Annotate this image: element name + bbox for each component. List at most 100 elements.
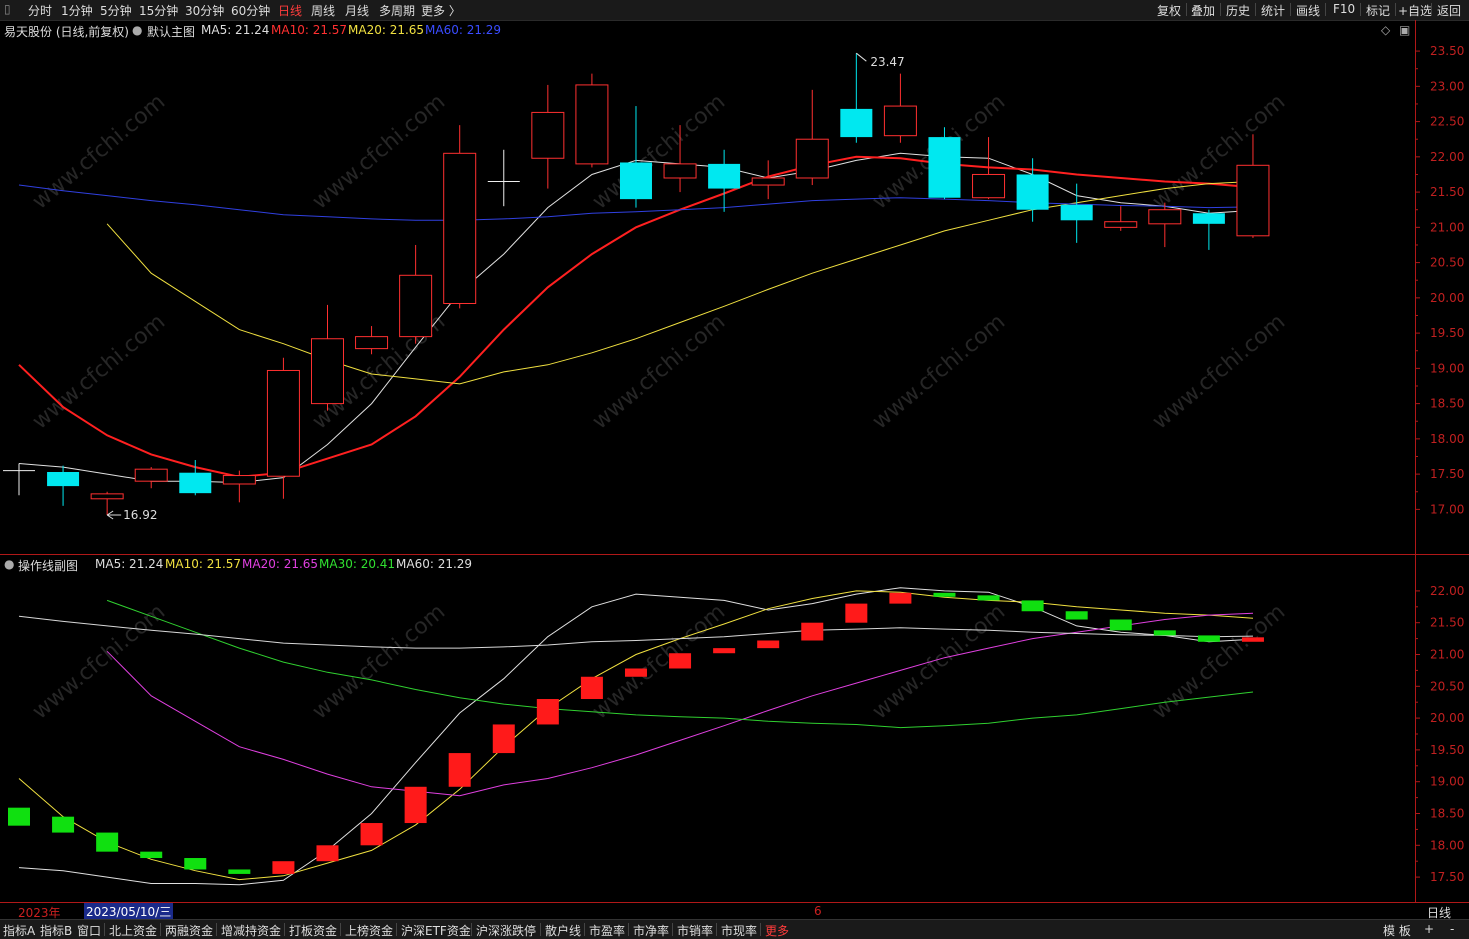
main-axis-tick-label: 22.50: [1430, 115, 1464, 129]
tab-northbound[interactable]: 北上资金: [109, 922, 157, 939]
sub-axis-tick-label: 21.00: [1430, 648, 1464, 662]
tab-holdings-change[interactable]: 增减持资金: [221, 922, 281, 939]
main-axis-tick-label: 19.00: [1430, 361, 1464, 375]
sub-ma10-line: [18, 590, 1254, 881]
operation-bar: [404, 786, 427, 824]
candle-body: [266, 369, 300, 477]
tab-limitup-fund[interactable]: 打板资金: [289, 922, 337, 939]
candle-body: [1016, 174, 1049, 210]
watermark-text: www.cfchi.com: [868, 309, 1010, 434]
tab-more[interactable]: 更多: [765, 922, 789, 939]
tab-ps[interactable]: 市销率: [677, 922, 713, 939]
panel-icon[interactable]: ▣: [1399, 23, 1410, 37]
watermark-text: www.cfchi.com: [1148, 599, 1290, 724]
main-chart-name[interactable]: 默认主图: [147, 23, 195, 40]
candle-body: [1104, 221, 1138, 228]
chart-menu-icon[interactable]: ●: [132, 23, 142, 37]
candle-body: [928, 137, 961, 198]
candle-body: [883, 105, 917, 137]
operation-bar: [96, 832, 119, 852]
tab-pe[interactable]: 市盈率: [589, 922, 625, 939]
main-axis-tick-label: 21.00: [1430, 220, 1464, 234]
low-arrow: [106, 510, 122, 520]
watermark-text: www.cfchi.com: [1148, 309, 1290, 434]
main-axis-tick-label: 20.50: [1430, 256, 1464, 270]
main-ma20: MA20: 21.65: [348, 23, 425, 37]
candle-body: [179, 472, 212, 494]
watermark-text: www.cfchi.com: [868, 599, 1010, 724]
operation-bar: [228, 869, 251, 874]
sub-menu-icon[interactable]: ●: [4, 557, 14, 571]
diamond-icon[interactable]: ◇: [1381, 23, 1390, 37]
sub-legend: ● 操作线副图 MA5: 21.24 MA10: 21.57 MA20: 21.…: [0, 555, 1415, 573]
main-axis-tick-label: 22.00: [1430, 150, 1464, 164]
tab-retail-line[interactable]: 散户线: [545, 922, 581, 939]
sub-axis-tick-label: 18.00: [1430, 838, 1464, 852]
operation-bar: [1065, 611, 1088, 620]
candle-body: [972, 173, 1006, 199]
sub-ma30: MA30: 20.41: [319, 557, 396, 571]
operation-bar: [757, 640, 780, 649]
tab-etf-fund[interactable]: 沪深ETF资金: [401, 922, 471, 939]
operation-bar: [933, 592, 956, 597]
sub-axis-tick-label: 20.00: [1430, 711, 1464, 725]
candle-body: [222, 475, 256, 485]
sub-ma10: MA10: 21.57: [165, 557, 242, 571]
operation-bar: [977, 595, 1000, 601]
main-axis-tick-label: 19.50: [1430, 326, 1464, 340]
sub-chart-name[interactable]: 操作线副图: [18, 557, 78, 574]
zoom-in-button[interactable]: +: [1424, 922, 1434, 936]
sub-ma20: MA20: 21.65: [242, 557, 319, 571]
tab-indicator-b[interactable]: 指标B: [40, 922, 72, 939]
indicator-tabs: 指标A 指标B 窗口 北上资金 两融资金 增减持资金 打板资金 上榜资金 沪深E…: [0, 919, 1469, 939]
main-axis-tick-label: 23.00: [1430, 79, 1464, 93]
high-price-label: 23.47: [870, 55, 904, 69]
operation-bar: [1153, 630, 1176, 636]
sub-axis-tick-label: 19.50: [1430, 743, 1464, 757]
sub-ma60: MA60: 21.29: [396, 557, 473, 571]
main-legend: 易天股份 (日线,前复权) ● 默认主图 MA5: 21.24 MA10: 21…: [0, 21, 1415, 39]
tab-indicator-a[interactable]: 指标A: [3, 922, 35, 939]
sub-ma5-line: [18, 587, 1254, 886]
template-button[interactable]: 模 板: [1383, 922, 1411, 939]
sub-axis-tick-label: 18.50: [1430, 807, 1464, 821]
tab-margin[interactable]: 两融资金: [165, 922, 213, 939]
operation-bar: [184, 858, 207, 870]
chart-canvas: www.cfchi.com www.cfchi.com www.cfchi.com w…: [0, 20, 1469, 903]
tab-window[interactable]: 窗口: [77, 922, 101, 939]
cursor-date-label: 2023/05/10/三: [84, 903, 174, 920]
tab-pb[interactable]: 市净率: [633, 922, 669, 939]
tab-limit-stats[interactable]: 沪深涨跌停: [476, 922, 536, 939]
candle-body: [708, 163, 741, 189]
main-axis-tick-label: 18.50: [1430, 397, 1464, 411]
tab-list-fund[interactable]: 上榜资金: [345, 922, 393, 939]
main-axis-tick-label: 17.00: [1430, 502, 1464, 516]
operation-bar: [316, 845, 339, 862]
watermark-text: www.cfchi.com: [28, 599, 170, 724]
sub-axis-tick-label: 21.50: [1430, 616, 1464, 630]
sub-axis-tick-label: 19.00: [1430, 775, 1464, 789]
operation-bar: [140, 851, 163, 859]
main-axis-tick-label: 20.00: [1430, 291, 1464, 305]
candle-body: [663, 163, 697, 179]
candle-body: [619, 162, 652, 200]
candle-body: [1192, 213, 1225, 224]
zoom-out-button[interactable]: -: [1450, 922, 1454, 936]
candle-body: [1236, 164, 1270, 237]
candle-body: [90, 493, 124, 500]
main-axis-tick-label: 21.50: [1430, 185, 1464, 199]
sub-axis-tick-label: 20.50: [1430, 679, 1464, 693]
main-axis-tick-label: 17.50: [1430, 467, 1464, 481]
watermark-text: www.cfchi.com: [28, 89, 170, 214]
stock-title: 易天股份 (日线,前复权): [4, 25, 129, 39]
operation-bar: [1197, 635, 1220, 642]
main-axis-tick-label: 18.00: [1430, 432, 1464, 446]
candle-body: [531, 111, 565, 159]
main-ma60: MA60: 21.29: [425, 23, 502, 37]
candle-body: [1148, 209, 1182, 225]
tab-pcf[interactable]: 市现率: [721, 922, 757, 939]
sub-axis-tick-label: 22.00: [1430, 584, 1464, 598]
operation-bar: [580, 676, 603, 700]
operation-bar: [52, 816, 75, 833]
watermark-text: www.cfchi.com: [308, 599, 450, 724]
